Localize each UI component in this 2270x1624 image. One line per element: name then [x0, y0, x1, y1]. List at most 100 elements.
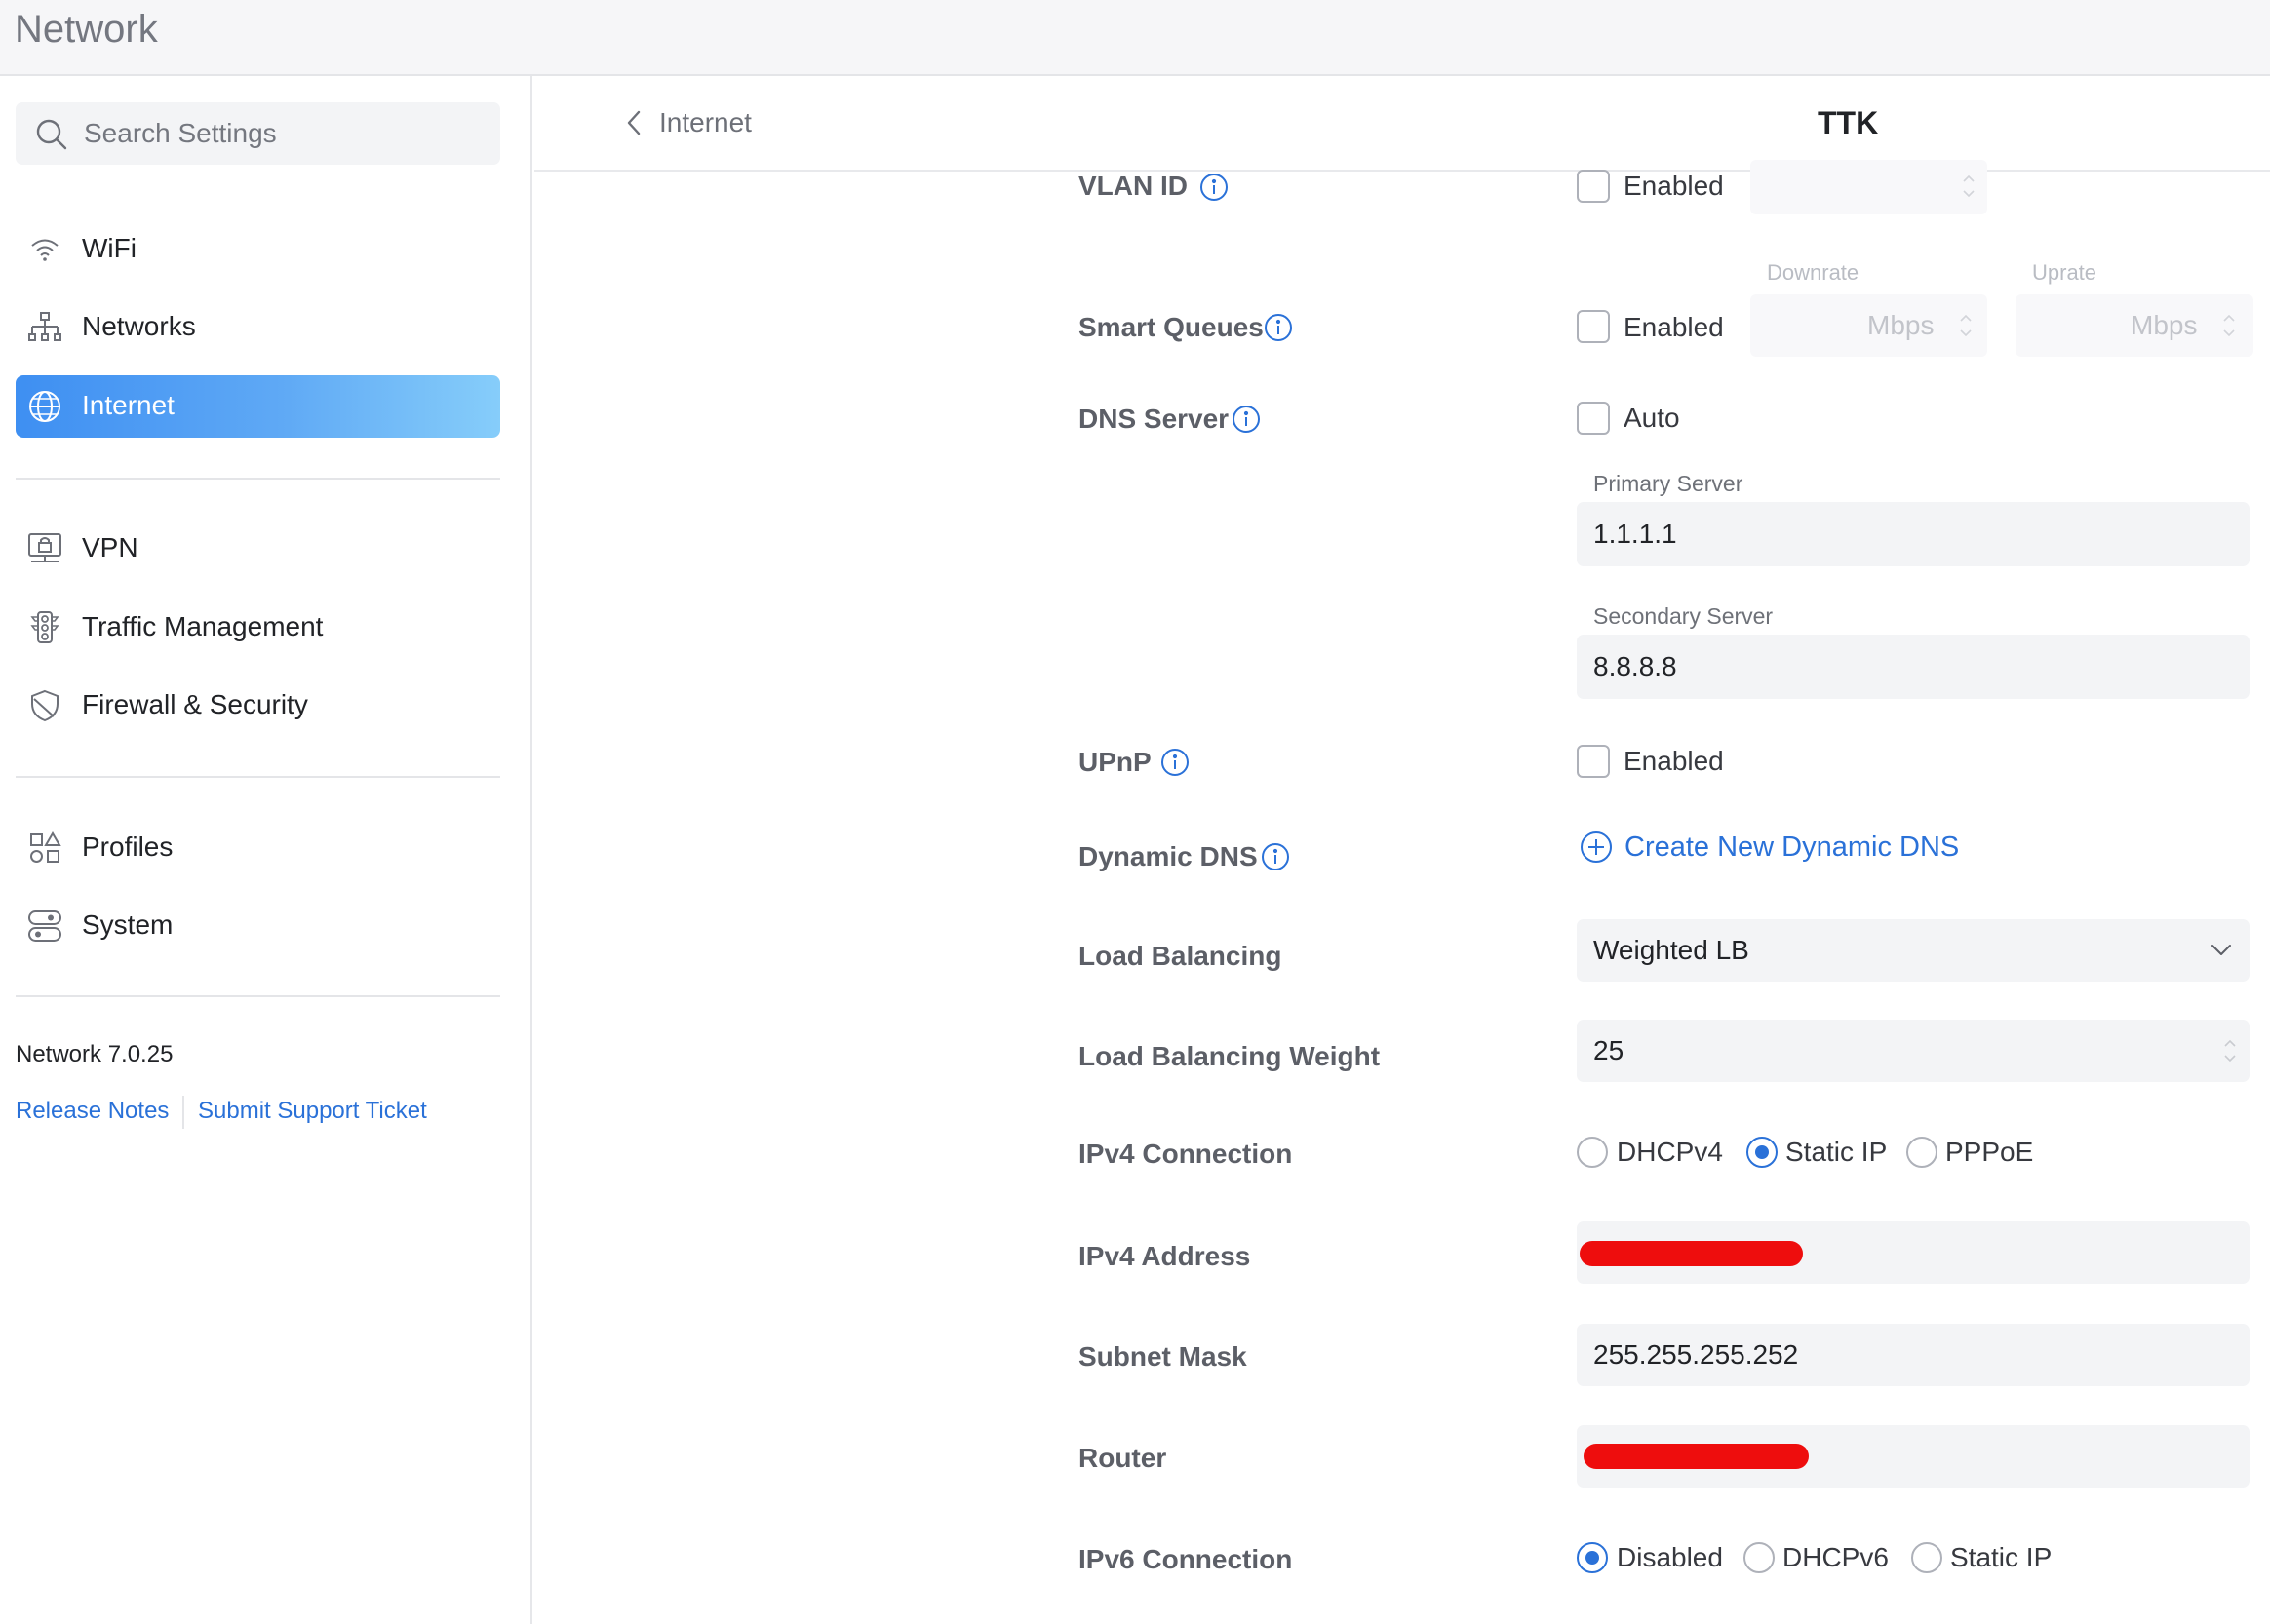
stepper-icon[interactable]: [2222, 311, 2236, 340]
version-label: Network 7.0.25: [16, 1041, 174, 1067]
sidebar-item-profiles[interactable]: Profiles: [16, 817, 500, 879]
secondary-server-value: 8.8.8.8: [1593, 651, 1677, 681]
sidebar-item-label: Networks: [82, 311, 196, 341]
primary-server-input[interactable]: 1.1.1.1: [1577, 502, 2250, 566]
subnet-mask-value: 255.255.255.252: [1593, 1339, 1799, 1370]
chevron-left-icon[interactable]: [624, 109, 644, 136]
secondary-server-input[interactable]: 8.8.8.8: [1577, 635, 2250, 699]
sidebar-item-wifi[interactable]: WiFi: [16, 218, 500, 281]
plus-circle-icon: [1581, 831, 1612, 863]
vlan-enabled-label: Enabled: [1624, 171, 1724, 201]
router-label: Router: [1078, 1443, 1167, 1473]
radio-ipv6-disabled[interactable]: [1577, 1542, 1608, 1573]
create-dynamic-dns-label: Create New Dynamic DNS: [1624, 831, 1960, 863]
smart-queues-checkbox[interactable]: [1577, 310, 1610, 343]
wifi-icon: [31, 239, 59, 261]
ipv4-address-label: IPv4 Address: [1078, 1241, 1251, 1271]
redaction-mark: [1584, 1444, 1809, 1469]
load-balancing-weight-label: Load Balancing Weight: [1078, 1041, 1381, 1071]
uprate-input[interactable]: Mbps: [2016, 294, 2253, 357]
load-balancing-label: Load Balancing: [1078, 941, 1282, 971]
dns-server-label: DNS Server: [1078, 404, 1230, 434]
search-box[interactable]: [16, 102, 500, 165]
radio-static-ip-label: Static IP: [1785, 1137, 1888, 1167]
chevron-down-icon: [2211, 945, 2231, 955]
globe-icon: [29, 391, 60, 422]
load-balancing-select[interactable]: Weighted LB: [1577, 919, 2250, 982]
uprate-label: Uprate: [2032, 260, 2097, 285]
info-icon[interactable]: [1261, 842, 1290, 871]
stepper-icon[interactable]: [1962, 172, 1976, 201]
stepper-icon[interactable]: [1959, 311, 1973, 340]
search-input[interactable]: [84, 102, 484, 165]
ipv6-connection-label: IPv6 Connection: [1078, 1544, 1293, 1574]
vpn-lock-icon: [28, 533, 61, 562]
sidebar-item-networks[interactable]: Networks: [16, 296, 500, 359]
sidebar-item-label: System: [82, 909, 174, 940]
upnp-enabled-label: Enabled: [1624, 746, 1724, 776]
load-balancing-value: Weighted LB: [1593, 935, 1749, 965]
load-balancing-weight-input[interactable]: 25: [1577, 1020, 2250, 1082]
sidebar-item-label: WiFi: [82, 233, 137, 263]
info-icon[interactable]: [1264, 313, 1293, 342]
vlan-id-input[interactable]: [1750, 160, 1987, 214]
downrate-unit: Mbps: [1867, 310, 1935, 340]
secondary-server-label: Secondary Server: [1593, 603, 1774, 629]
radio-pppoe-label: PPPoE: [1945, 1137, 2034, 1167]
radio-ipv6-disabled-label: Disabled: [1617, 1542, 1723, 1572]
subnet-mask-label: Subnet Mask: [1078, 1341, 1247, 1372]
vlan-enabled-checkbox[interactable]: [1577, 170, 1610, 203]
dns-auto-checkbox[interactable]: [1577, 402, 1610, 435]
network-topology-icon: [28, 312, 61, 341]
sidebar-item-traffic-management[interactable]: Traffic Management: [16, 597, 500, 659]
radio-ipv6-static-ip-label: Static IP: [1950, 1542, 2053, 1572]
sidebar-item-system[interactable]: System: [16, 895, 500, 957]
radio-dhcpv4[interactable]: [1577, 1137, 1608, 1168]
sidebar-divider: [16, 776, 500, 778]
info-icon[interactable]: [1160, 748, 1190, 777]
release-notes-link[interactable]: Release Notes: [16, 1098, 169, 1125]
radio-static-ip[interactable]: [1746, 1137, 1778, 1168]
redaction-mark: [1580, 1241, 1803, 1266]
upnp-label: UPnP: [1078, 747, 1152, 777]
sidebar: WiFi Networks Internet: [0, 76, 532, 1624]
sidebar-item-firewall-security[interactable]: Firewall & Security: [16, 675, 500, 737]
system-toggles-icon: [28, 910, 61, 942]
dynamic-dns-label: Dynamic DNS: [1078, 841, 1258, 871]
link-separator: [182, 1096, 184, 1129]
sidebar-item-label: VPN: [82, 532, 138, 562]
subnet-mask-input[interactable]: 255.255.255.252: [1577, 1324, 2250, 1386]
dns-auto-label: Auto: [1624, 403, 1680, 433]
sidebar-item-label: Firewall & Security: [82, 689, 308, 719]
sidebar-item-label: Internet: [82, 390, 175, 420]
sidebar-item-internet[interactable]: Internet: [16, 375, 500, 438]
primary-server-label: Primary Server: [1593, 471, 1743, 496]
stepper-icon[interactable]: [2223, 1036, 2237, 1065]
radio-ipv6-static-ip[interactable]: [1911, 1542, 1942, 1573]
profiles-grid-icon: [30, 831, 61, 863]
smart-queues-label: Smart Queues: [1078, 312, 1264, 342]
downrate-input[interactable]: Mbps: [1750, 294, 1987, 357]
traffic-light-icon: [30, 611, 59, 643]
upnp-checkbox[interactable]: [1577, 745, 1610, 778]
sidebar-divider: [16, 478, 500, 480]
back-link[interactable]: Internet: [659, 107, 752, 138]
radio-dhcpv6[interactable]: [1743, 1542, 1775, 1573]
app-title: Network: [15, 8, 158, 51]
sidebar-item-vpn[interactable]: VPN: [16, 518, 500, 580]
top-bar: Network: [0, 0, 2270, 76]
submit-support-ticket-link[interactable]: Submit Support Ticket: [198, 1098, 427, 1125]
info-icon[interactable]: [1199, 173, 1229, 202]
sidebar-divider: [16, 995, 500, 997]
shield-icon: [31, 689, 59, 722]
sidebar-item-label: Profiles: [82, 831, 174, 862]
downrate-label: Downrate: [1767, 260, 1859, 285]
radio-pppoe[interactable]: [1906, 1137, 1937, 1168]
page-title: TTK: [1818, 105, 1879, 140]
smart-queues-enabled-label: Enabled: [1624, 312, 1724, 342]
info-icon[interactable]: [1232, 405, 1261, 434]
radio-dhcpv6-label: DHCPv6: [1782, 1542, 1889, 1572]
vlan-id-label: VLAN ID: [1078, 171, 1188, 201]
sidebar-item-label: Traffic Management: [82, 611, 324, 641]
load-balancing-weight-value: 25: [1593, 1035, 1624, 1065]
